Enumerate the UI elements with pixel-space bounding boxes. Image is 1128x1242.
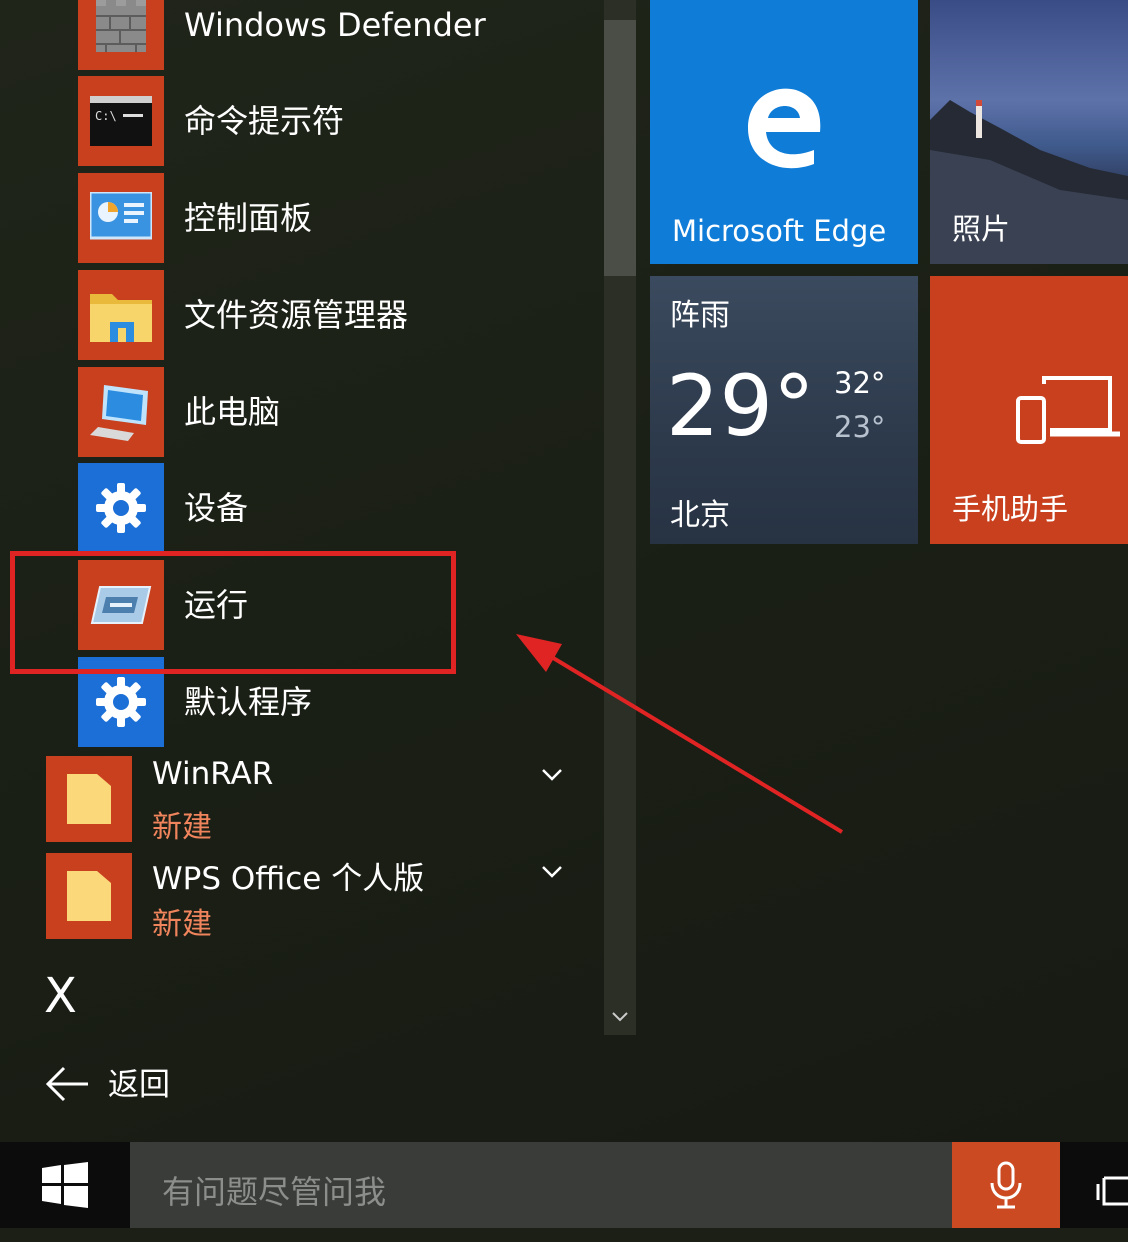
tile-phone-assistant[interactable]: 手机助手 bbox=[930, 276, 1128, 544]
search-placeholder: 有问题尽管问我 bbox=[162, 1173, 387, 1211]
task-view-button[interactable] bbox=[1060, 1142, 1128, 1228]
command-prompt-icon: C:\ bbox=[78, 76, 164, 166]
svg-text:C:\: C:\ bbox=[95, 109, 117, 123]
windows-logo-icon bbox=[42, 1162, 88, 1208]
back-button[interactable]: 返回 bbox=[44, 1058, 244, 1112]
weather-condition: 阵雨 bbox=[670, 298, 730, 333]
section-letter[interactable]: X bbox=[44, 966, 77, 1026]
app-file-explorer[interactable]: 文件资源管理器 bbox=[78, 270, 578, 360]
weather-high: 32° bbox=[834, 366, 886, 400]
weather-temperature: 29° bbox=[666, 357, 815, 455]
app-this-pc[interactable]: 此电脑 bbox=[78, 367, 578, 457]
back-label: 返回 bbox=[108, 1067, 170, 1103]
edge-logo-icon bbox=[748, 88, 821, 169]
gear-icon bbox=[78, 463, 164, 553]
group-wps-office[interactable]: WPS Office 个人版 新建 bbox=[46, 853, 586, 942]
group-name: WinRAR bbox=[152, 756, 274, 792]
app-label: 文件资源管理器 bbox=[184, 296, 409, 334]
castle-wall-icon bbox=[78, 0, 164, 70]
microphone-button[interactable] bbox=[952, 1142, 1060, 1228]
weather-city: 北京 bbox=[670, 498, 730, 533]
tile-label: 手机助手 bbox=[952, 492, 1069, 526]
highlight-box bbox=[10, 551, 456, 674]
tile-weather[interactable]: 阵雨 29° 32° 23° 北京 bbox=[650, 276, 918, 544]
computer-icon bbox=[78, 367, 164, 457]
app-label: 此电脑 bbox=[184, 393, 281, 431]
app-label: Windows Defender bbox=[184, 6, 486, 44]
chevron-down-icon[interactable] bbox=[608, 1004, 632, 1028]
start-button[interactable] bbox=[0, 1142, 130, 1228]
control-panel-icon bbox=[78, 173, 164, 263]
annotation-arrow-icon bbox=[516, 634, 844, 834]
app-control-panel[interactable]: 控制面板 bbox=[78, 173, 578, 263]
tile-microsoft-edge[interactable]: Microsoft Edge bbox=[650, 0, 918, 264]
tile-label: 照片 bbox=[952, 212, 1011, 246]
arrow-left-icon bbox=[45, 1066, 88, 1102]
scrollbar-thumb[interactable] bbox=[604, 20, 636, 276]
folder-icon bbox=[46, 756, 132, 842]
tile-label: Microsoft Edge bbox=[672, 214, 887, 248]
app-devices[interactable]: 设备 bbox=[78, 463, 578, 553]
app-label: 设备 bbox=[184, 489, 249, 527]
group-name: WPS Office 个人版 bbox=[152, 861, 425, 897]
chevron-down-icon[interactable] bbox=[540, 859, 564, 883]
app-label: 命令提示符 bbox=[184, 102, 345, 140]
app-command-prompt[interactable]: C:\ 命令提示符 bbox=[78, 76, 578, 166]
search-input[interactable]: 有问题尽管问我 bbox=[130, 1142, 952, 1228]
taskbar: 有问题尽管问我 bbox=[0, 1142, 1128, 1228]
folder-icon bbox=[78, 270, 164, 360]
microphone-icon bbox=[990, 1161, 1022, 1209]
folder-icon bbox=[46, 853, 132, 939]
task-view-icon bbox=[1096, 1176, 1128, 1206]
weather-low: 23° bbox=[834, 410, 886, 444]
tile-photos[interactable]: 照片 bbox=[930, 0, 1128, 264]
group-new-badge: 新建 bbox=[152, 810, 212, 845]
group-new-badge: 新建 bbox=[152, 907, 212, 942]
app-label: 控制面板 bbox=[184, 199, 313, 237]
app-windows-defender[interactable]: Windows Defender bbox=[78, 0, 578, 70]
phone-laptop-icon bbox=[1016, 376, 1120, 444]
